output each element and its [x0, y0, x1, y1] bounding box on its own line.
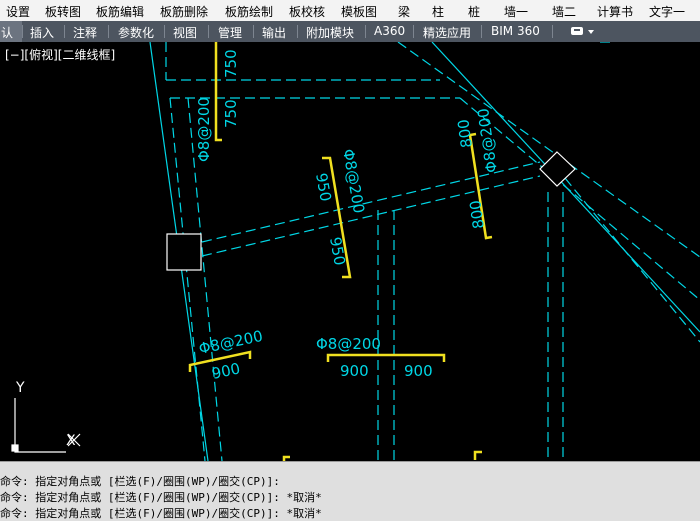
ribbon-minimize-icon[interactable] — [570, 25, 596, 38]
tab-bim360[interactable]: BIM 360 — [491, 24, 540, 38]
tab-insert[interactable]: 插入 — [30, 24, 54, 41]
menu-item-rebar-edit[interactable]: 板筋编辑 — [96, 3, 144, 20]
menu-item-formwork[interactable]: 模板图 — [341, 3, 377, 20]
tab-separator — [552, 25, 553, 38]
menu-item-column[interactable]: 柱 — [432, 3, 444, 20]
rebar-line-bottom-mid — [326, 353, 446, 362]
label-center-rebar-spec: Φ8@200 — [339, 148, 368, 215]
tab-annotate[interactable]: 注释 — [73, 24, 97, 41]
beam-dashed-line — [201, 175, 541, 257]
tab-output[interactable]: 输出 — [262, 24, 286, 41]
column-diamond — [539, 151, 576, 187]
tab-parametric[interactable]: 参数化 — [118, 24, 154, 41]
tab-separator — [108, 25, 109, 38]
column-square — [166, 233, 202, 271]
tab-featured-apps[interactable]: 精选应用 — [423, 24, 471, 41]
label-left-rebar-spec: Φ8@200 — [195, 97, 213, 162]
menu-item-text-1[interactable]: 文字一 — [649, 3, 685, 20]
drawing-canvas[interactable]: 750 750 Φ8@200 950 Φ8@200 950 800 Φ8@200… — [0, 42, 700, 461]
tab-separator — [365, 25, 366, 38]
tab-separator — [208, 25, 209, 38]
menu-item-beam[interactable]: 梁 — [398, 3, 410, 20]
menu-item-rebar-delete[interactable]: 板筋删除 — [160, 3, 208, 20]
label-bottom-left-len: 900 — [210, 359, 242, 383]
label-right-len-top: 800 — [454, 118, 476, 149]
ucs-x-label: X — [66, 433, 76, 449]
rebar-line-bottom-right — [473, 450, 482, 460]
tab-addins[interactable]: 附加模块 — [306, 24, 354, 41]
tab-manage[interactable]: 管理 — [218, 24, 242, 41]
tab-separator — [164, 25, 165, 38]
menu-item-wall-2[interactable]: 墙二 — [552, 3, 576, 20]
label-bottom-mid-spec: Φ8@200 — [316, 335, 381, 353]
menu-item-settings[interactable]: 设置 — [6, 3, 30, 20]
label-bottom-mid-len-right: 900 — [404, 362, 433, 380]
tab-separator — [297, 25, 298, 38]
cad-drawing: 750 750 Φ8@200 950 Φ8@200 950 800 Φ8@200… — [11, 42, 700, 461]
viewport-controls-label[interactable]: [−][俯视][二维线框] — [5, 46, 115, 63]
menu-item-wall-1[interactable]: 墙一 — [504, 3, 528, 20]
menu-item-rebar-draw[interactable]: 板筋绘制 — [225, 3, 273, 20]
menu-bar: 设置 板转图 板筋编辑 板筋删除 板筋绘制 板校核 模板图 梁 柱 桩 墙一 墙… — [0, 0, 700, 21]
tab-separator — [413, 25, 414, 38]
tab-default-label: 认 — [1, 26, 14, 40]
tab-view[interactable]: 视图 — [173, 24, 197, 41]
label-bottom-left-spec: Φ8@200 — [197, 327, 264, 358]
ucs-y-label: Y — [15, 380, 25, 396]
command-line: 命令: 指定对角点或 [栏选(F)/圈围(WP)/圈交(CP)]: *取消* — [0, 491, 322, 504]
label-center-len-bottom: 950 — [326, 236, 349, 267]
label-center-len-top: 950 — [312, 172, 335, 203]
tab-separator — [22, 25, 23, 38]
command-line: 命令: 指定对角点或 [栏选(F)/圈围(WP)/圈交(CP)]: *取消* — [0, 507, 322, 520]
tab-separator — [253, 25, 254, 38]
tab-a360[interactable]: A360 — [374, 24, 405, 38]
tab-separator — [481, 25, 482, 38]
menu-item-calc-book[interactable]: 计算书 — [597, 3, 633, 20]
menu-item-slab-to-drawing[interactable]: 板转图 — [45, 3, 81, 20]
label-bottom-mid-len-left: 900 — [340, 362, 369, 380]
command-history: 命令: 指定对角点或 [栏选(F)/圈围(WP)/圈交(CP)]: 命令: 指定… — [0, 461, 700, 521]
label-top-vertical-1: 750 — [222, 49, 240, 78]
label-right-len-bottom: 800 — [466, 199, 488, 230]
menu-item-slab-check[interactable]: 板校核 — [289, 3, 325, 20]
command-line: 命令: 指定对角点或 [栏选(F)/圈围(WP)/圈交(CP)]: — [0, 475, 280, 488]
label-top-vertical-2: 750 — [222, 99, 240, 128]
beam-dashed-line — [459, 97, 700, 301]
beam-dashed-line — [564, 177, 700, 343]
label-right-rebar-spec: Φ8@200 — [474, 107, 501, 174]
tab-separator — [64, 25, 65, 38]
menu-item-pile[interactable]: 桩 — [468, 3, 480, 20]
beam-dashed-line — [397, 42, 700, 258]
